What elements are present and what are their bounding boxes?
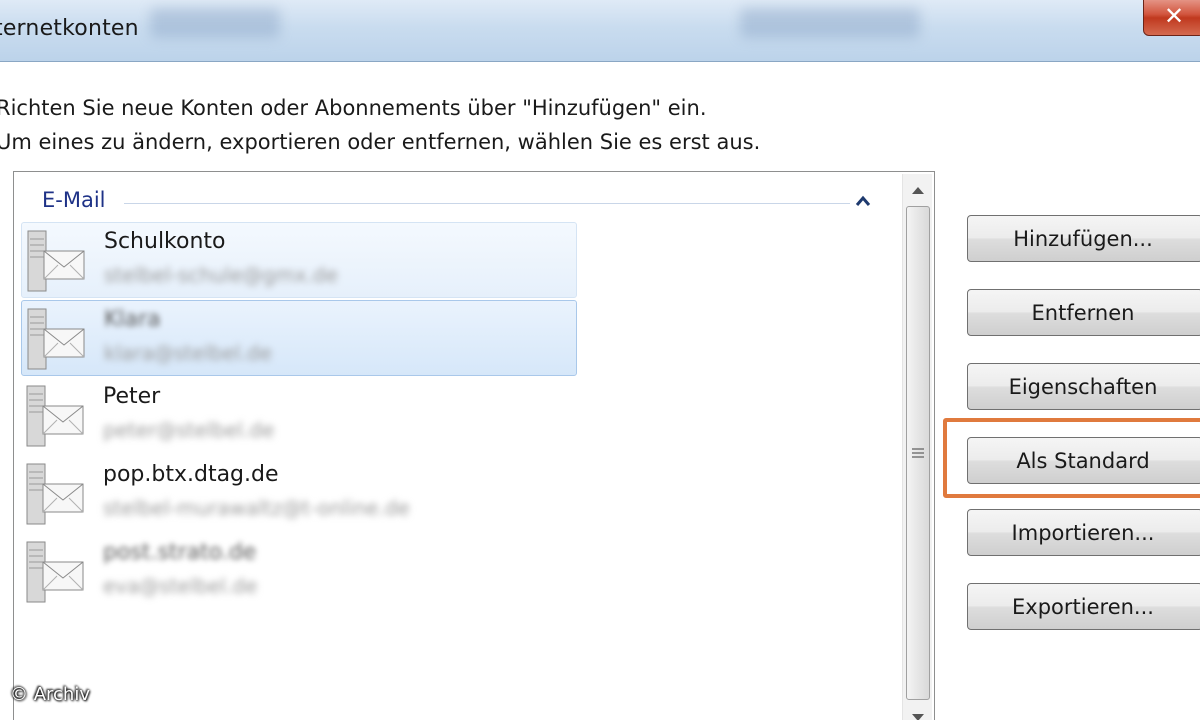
arrow-down-icon (912, 714, 924, 720)
close-button[interactable]: ✕ (1143, 0, 1200, 36)
group-divider (124, 203, 850, 204)
blurred-title-region (740, 8, 920, 38)
arrow-up-icon (912, 187, 924, 194)
account-name: Schulkonto (104, 229, 226, 254)
mail-server-icon (25, 462, 85, 528)
add-button[interactable]: Hinzufügen... (967, 215, 1200, 262)
mail-server-icon (25, 384, 85, 450)
account-name: Peter (103, 384, 161, 409)
account-detail: peter@stelbel.de (103, 418, 275, 442)
close-icon: ✕ (1163, 2, 1185, 30)
account-item[interactable]: Schulkonto stelbel-schule@gmx.de (21, 222, 577, 298)
scroll-down-arrow[interactable] (903, 704, 933, 720)
set-default-button[interactable]: Als Standard (967, 437, 1200, 484)
account-item[interactable]: pop.btx.dtag.de stelbel-murawaltz@t-onlin… (21, 456, 577, 532)
account-name: Klara (104, 307, 161, 332)
grip-icon (912, 448, 924, 458)
mail-server-icon (25, 540, 85, 606)
account-item[interactable]: post.strato.de eva@stelbel.de (21, 534, 577, 610)
account-detail: stelbel-murawaltz@t-online.de (103, 496, 410, 520)
vertical-scrollbar[interactable] (902, 174, 932, 720)
account-name: post.strato.de (103, 540, 257, 565)
scroll-thumb[interactable] (906, 206, 930, 700)
mail-server-icon (26, 307, 86, 373)
import-button[interactable]: Importieren... (967, 509, 1200, 556)
account-detail: klara@stelbel.de (104, 341, 272, 365)
mail-server-icon (26, 229, 86, 295)
instructions: Richten Sie neue Konten oder Abonnements… (0, 91, 760, 159)
dialog-content: Richten Sie neue Konten oder Abonnements… (0, 63, 1200, 720)
image-credit: © Archiv (10, 684, 90, 705)
blurred-title-region (150, 8, 280, 38)
remove-button[interactable]: Entfernen (967, 289, 1200, 336)
account-item[interactable]: Peter peter@stelbel.de (21, 378, 577, 454)
account-item[interactable]: Klara klara@stelbel.de (21, 300, 577, 376)
account-detail: stelbel-schule@gmx.de (104, 263, 338, 287)
properties-button[interactable]: Eigenschaften (967, 363, 1200, 410)
account-detail: eva@stelbel.de (103, 574, 258, 598)
instruction-line-1: Richten Sie neue Konten oder Abonnements… (0, 96, 707, 120)
title-bar: ternetkonten ✕ (0, 0, 1200, 62)
group-header-email[interactable]: E-Mail (42, 188, 892, 218)
window-title: ternetkonten (0, 16, 139, 41)
scroll-up-arrow[interactable] (903, 176, 933, 204)
instruction-line-2: Um eines zu ändern, exportieren oder ent… (0, 130, 761, 154)
group-label: E-Mail (42, 188, 106, 212)
collapse-chevron-icon[interactable] (854, 194, 872, 208)
export-button[interactable]: Exportieren... (967, 583, 1200, 630)
accounts-listbox[interactable]: E-Mail Schulkonto stelbel-schule@gmx.de (13, 171, 935, 720)
account-name: pop.btx.dtag.de (103, 462, 279, 487)
